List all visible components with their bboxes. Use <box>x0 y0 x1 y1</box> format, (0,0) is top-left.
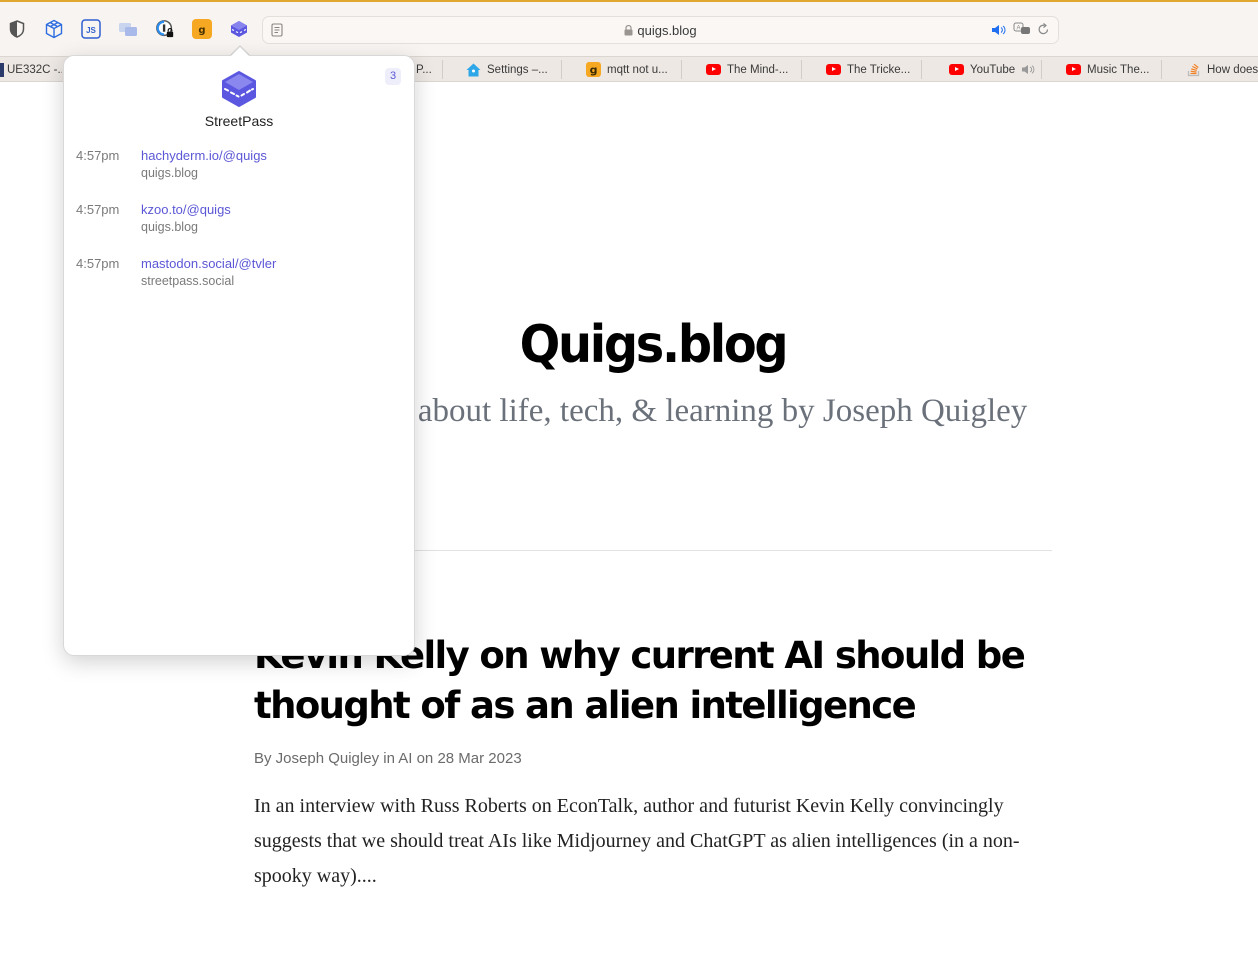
reload-icon[interactable] <box>1037 22 1050 41</box>
svg-text:g: g <box>198 25 205 36</box>
streetpass-list: 4:57pm hachyderm.io/@quigs quigs.blog 4:… <box>76 148 404 310</box>
youtube-icon <box>949 64 964 75</box>
list-item: 4:57pm kzoo.to/@quigs quigs.blog <box>76 202 404 256</box>
streetpass-logo-icon <box>220 70 258 113</box>
tab-label: YouTube <box>970 63 1016 76</box>
youtube-icon <box>706 64 721 75</box>
tab[interactable]: YouTube <box>949 57 1041 82</box>
tab-label: P... <box>416 63 432 76</box>
app-name: StreetPass <box>204 113 274 129</box>
home-assistant-icon <box>466 63 481 77</box>
stackoverflow-icon <box>1187 62 1201 77</box>
svg-text:g: g <box>590 64 598 77</box>
cube-outline-icon[interactable] <box>44 19 64 39</box>
source-site: quigs.blog <box>141 220 198 234</box>
tab[interactable]: UE332C -... <box>0 57 62 82</box>
browser-window: JS g quigs.blog A UE332C -... P... Setti… <box>0 0 1258 962</box>
audio-playing-icon[interactable] <box>991 23 1007 41</box>
translate-icon[interactable]: A <box>1013 22 1031 41</box>
list-item: 4:57pm mastodon.social/@tvler streetpass… <box>76 256 404 310</box>
popover-arrow-fill <box>231 47 249 56</box>
url-text[interactable]: quigs.blog <box>637 23 696 38</box>
picture-in-picture-icon[interactable] <box>118 19 138 39</box>
g-extension-icon[interactable]: g <box>192 19 212 39</box>
streetpass-extension-icon[interactable] <box>229 19 249 39</box>
tab[interactable]: Music The... <box>1066 57 1161 82</box>
post-excerpt: In an interview with Russ Roberts on Eco… <box>254 795 1020 887</box>
g-icon: g <box>586 62 601 77</box>
profile-link[interactable]: hachyderm.io/@quigs <box>141 148 267 163</box>
tab[interactable]: The Tricke... <box>826 57 921 82</box>
address-bar[interactable]: quigs.blog A <box>262 16 1059 44</box>
lock-icon <box>624 24 633 39</box>
tab-label: Settings –... <box>487 63 548 76</box>
source-site: streetpass.social <box>141 274 235 288</box>
profile-link[interactable]: mastodon.social/@tvler <box>141 256 276 271</box>
svg-text:A: A <box>1016 26 1020 32</box>
tab-label: mqtt not u... <box>607 63 668 76</box>
list-item: 4:57pm hachyderm.io/@quigs quigs.blog <box>76 148 404 202</box>
privacy-shield-icon[interactable] <box>7 19 27 39</box>
tab-label: Music The... <box>1087 63 1150 76</box>
tab-label: The Mind-... <box>727 63 789 76</box>
tab-audio-icon[interactable] <box>1021 64 1035 75</box>
profile-link[interactable]: kzoo.to/@quigs <box>141 202 231 217</box>
entry-time: 4:57pm <box>76 202 120 217</box>
entry-time: 4:57pm <box>76 148 120 163</box>
streetpass-popover: 3 StreetPass 4:57pm hachyderm.io/@quigs … <box>63 55 415 656</box>
youtube-icon <box>1066 64 1081 75</box>
tab-label: The Tricke... <box>847 63 911 76</box>
source-site: quigs.blog <box>141 166 198 180</box>
tab-label: How does <box>1207 63 1258 76</box>
youtube-icon <box>826 64 841 75</box>
svg-text:JS: JS <box>86 26 96 35</box>
tab[interactable]: g mqtt not u... <box>586 57 681 82</box>
monitor-icon <box>0 62 4 77</box>
tab-label: UE332C -... <box>7 63 62 76</box>
entry-time: 4:57pm <box>76 256 120 271</box>
tab[interactable]: The Mind-... <box>706 57 801 82</box>
tab[interactable]: How does <box>1187 57 1258 82</box>
followers-count-badge: 3 <box>385 68 401 85</box>
javascript-toggle-icon[interactable]: JS <box>81 19 101 39</box>
password-manager-icon[interactable] <box>155 19 175 39</box>
tab[interactable]: Settings –... <box>466 57 561 82</box>
browser-toolbar: JS g quigs.blog A <box>0 0 1258 56</box>
post-meta: By Joseph Quigley in AI on 28 Mar 2023 <box>254 750 522 767</box>
